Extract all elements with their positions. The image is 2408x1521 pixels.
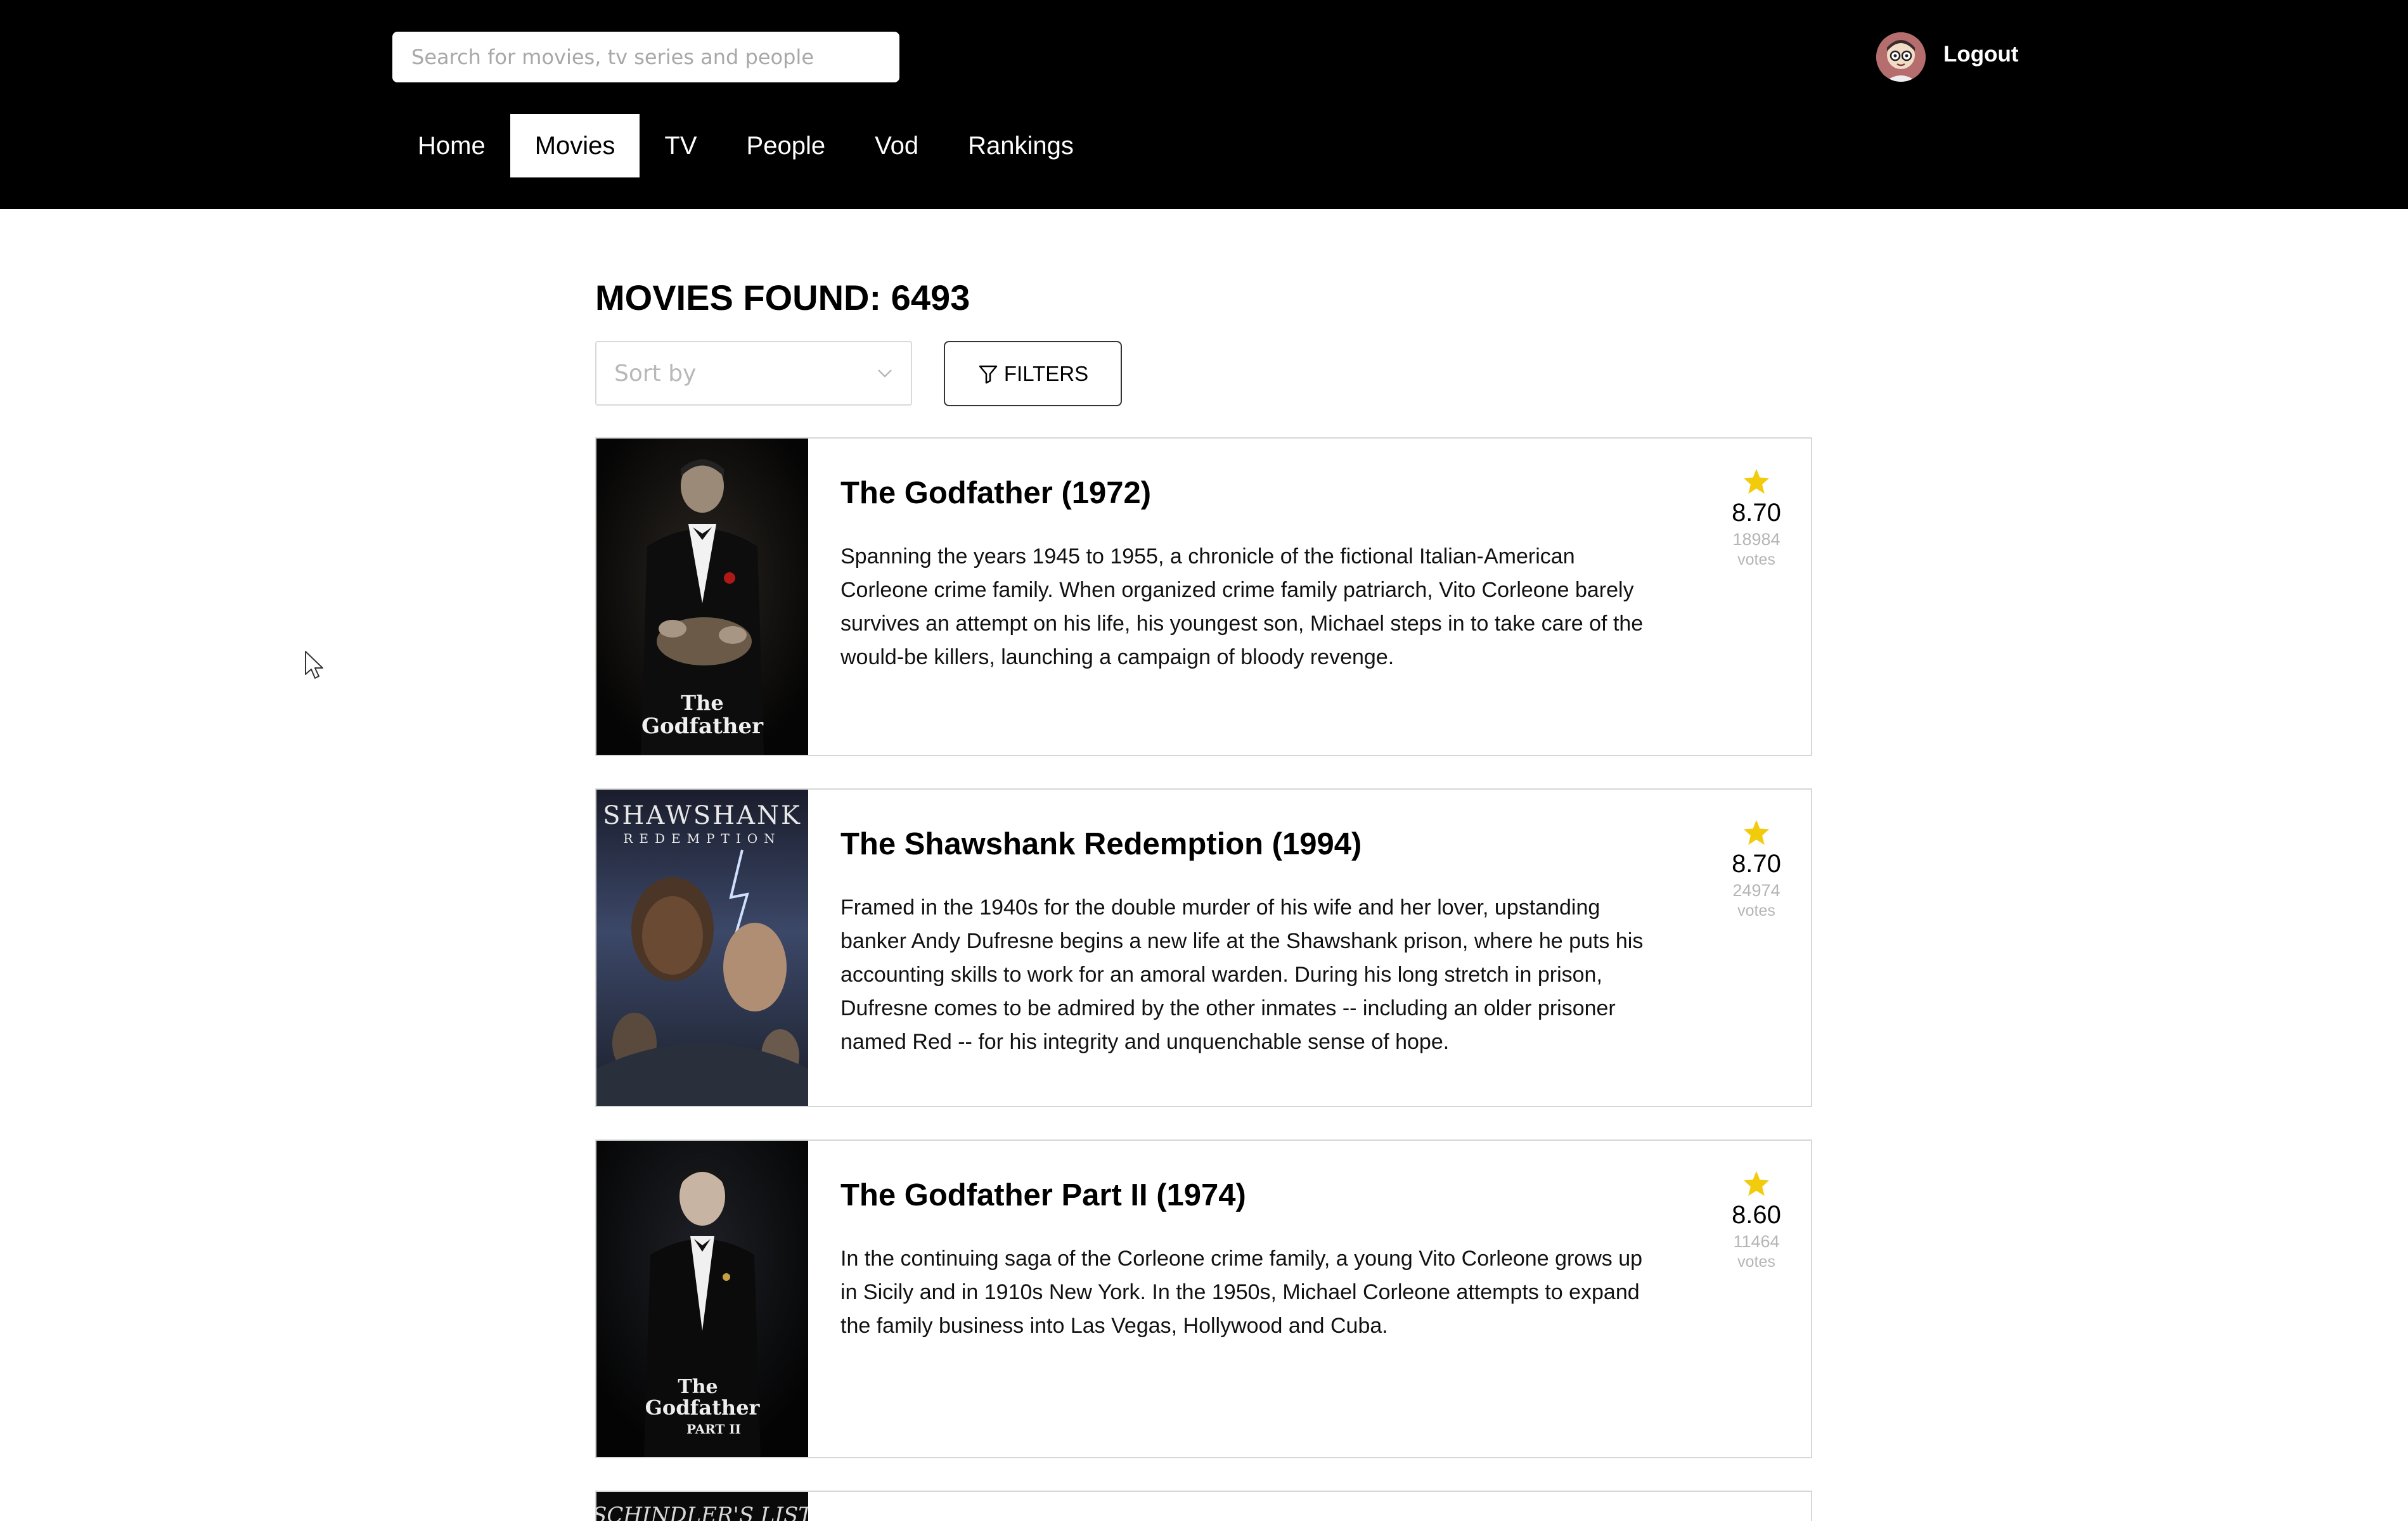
movie-rating: 8.60 11464 votes <box>1706 1170 1807 1271</box>
sort-by-select[interactable]: Sort by <box>595 341 912 406</box>
filters-button[interactable]: FILTERS <box>944 341 1122 406</box>
poster-title-text: The <box>681 691 723 715</box>
movies-found-title: MOVIES FOUND: 6493 <box>595 278 970 318</box>
poster-title-text: The <box>678 1376 718 1398</box>
movie-title[interactable]: The Godfather (1972) <box>840 475 1151 511</box>
star-icon <box>1743 1171 1770 1197</box>
nav-movies[interactable]: Movies <box>510 114 640 177</box>
movie-poster[interactable]: The Godfather PART II <box>596 1141 808 1457</box>
movie-card[interactable]: SHAWSHANK REDEMPTION The Shawshank Redem… <box>595 788 1812 1107</box>
votes-count: 18984 <box>1732 530 1780 549</box>
poster-title-text: REDEMPTION <box>623 831 781 846</box>
search-input[interactable] <box>392 32 899 82</box>
votes-count: 11464 <box>1733 1232 1780 1251</box>
poster-title-text: SHAWSHANK <box>603 801 802 830</box>
nav-home[interactable]: Home <box>393 114 510 177</box>
nav-people[interactable]: People <box>722 114 851 177</box>
movie-poster[interactable]: SHAWSHANK REDEMPTION <box>596 790 808 1106</box>
movie-rating: 8.70 24974 votes <box>1706 819 1807 920</box>
movie-poster[interactable]: The Godfather <box>596 439 808 755</box>
mouse-cursor-icon <box>305 651 323 679</box>
movie-description: In the continuing saga of the Corleone c… <box>840 1247 1643 1338</box>
logout-button[interactable]: Logout <box>1943 42 2019 67</box>
main-nav: Home Movies TV People Vod Rankings <box>393 114 1098 177</box>
movie-rating: 8.70 18984 votes <box>1706 468 1807 569</box>
poster-title-text: SCHINDLER'S LIST <box>596 1503 808 1521</box>
votes-count: 24974 <box>1732 881 1780 900</box>
user-avatar-icon[interactable] <box>1876 32 1926 82</box>
movie-poster[interactable]: SCHINDLER'S LIST <box>596 1492 808 1521</box>
top-header: Logout Home Movies TV People Vod Ranking… <box>0 0 2408 209</box>
movie-title[interactable]: The Shawshank Redemption (1994) <box>840 826 1362 862</box>
sort-by-placeholder: Sort by <box>614 361 697 387</box>
movie-description: Spanning the years 1945 to 1955, a chron… <box>840 544 1644 669</box>
movie-title[interactable]: The Godfather Part II (1974) <box>840 1178 1246 1213</box>
star-icon <box>1743 819 1770 845</box>
votes-label: votes <box>1737 902 1775 920</box>
poster-title-text: PART II <box>686 1422 741 1437</box>
movie-description: Framed in the 1940s for the double murde… <box>840 895 1644 1054</box>
chevron-down-icon <box>878 369 892 378</box>
movie-card[interactable]: SCHINDLER'S LIST <box>595 1491 1812 1521</box>
rating-score: 8.70 <box>1732 499 1781 527</box>
rating-score: 8.60 <box>1732 1201 1781 1229</box>
movie-card[interactable]: The Godfather PART II The Godfather Part… <box>595 1139 1812 1458</box>
movie-card[interactable]: The Godfather The Godfather (1972) Spann… <box>595 437 1812 756</box>
filter-funnel-icon <box>979 365 998 383</box>
poster-title-text: Godfather <box>641 714 764 739</box>
rating-score: 8.70 <box>1732 850 1781 878</box>
nav-rankings[interactable]: Rankings <box>943 114 1098 177</box>
nav-vod[interactable]: Vod <box>850 114 943 177</box>
nav-tv[interactable]: TV <box>640 114 721 177</box>
star-icon <box>1743 468 1770 494</box>
votes-label: votes <box>1737 1253 1775 1271</box>
votes-label: votes <box>1737 551 1775 568</box>
poster-title-text: Godfather <box>645 1396 761 1420</box>
filters-label: FILTERS <box>1003 361 1089 385</box>
